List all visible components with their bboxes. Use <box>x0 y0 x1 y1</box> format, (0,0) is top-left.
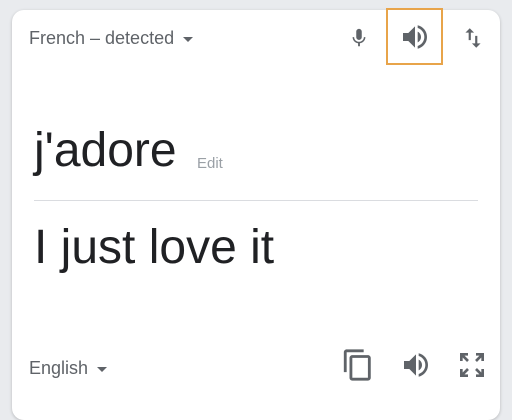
listen-source-button[interactable] <box>386 8 443 65</box>
speaker-icon <box>402 24 427 49</box>
swap-languages-button[interactable] <box>456 20 490 56</box>
edit-link[interactable]: Edit <box>197 155 223 172</box>
swap-languages-icon <box>465 28 481 48</box>
divider <box>34 200 478 201</box>
translate-card: French – detected j'adore Edit I just lo… <box>12 8 500 420</box>
speaker-icon <box>404 353 428 377</box>
listen-translation-button[interactable] <box>396 346 436 384</box>
target-language-label: English <box>29 358 89 378</box>
translation-text: I just love it <box>34 221 275 274</box>
microphone-button[interactable] <box>342 20 376 56</box>
target-language-selector[interactable]: English <box>29 358 108 379</box>
source-text: j'adore <box>34 124 177 177</box>
copy-icon <box>343 349 371 381</box>
fullscreen-button[interactable] <box>454 346 490 384</box>
microphone-icon <box>352 28 366 47</box>
source-language-label: French – detected <box>29 28 175 48</box>
fullscreen-icon <box>460 353 484 377</box>
caret-down-icon <box>97 367 108 372</box>
source-language-selector[interactable]: French – detected <box>29 28 194 49</box>
caret-down-icon <box>183 37 194 42</box>
copy-translation-button[interactable] <box>340 346 376 384</box>
